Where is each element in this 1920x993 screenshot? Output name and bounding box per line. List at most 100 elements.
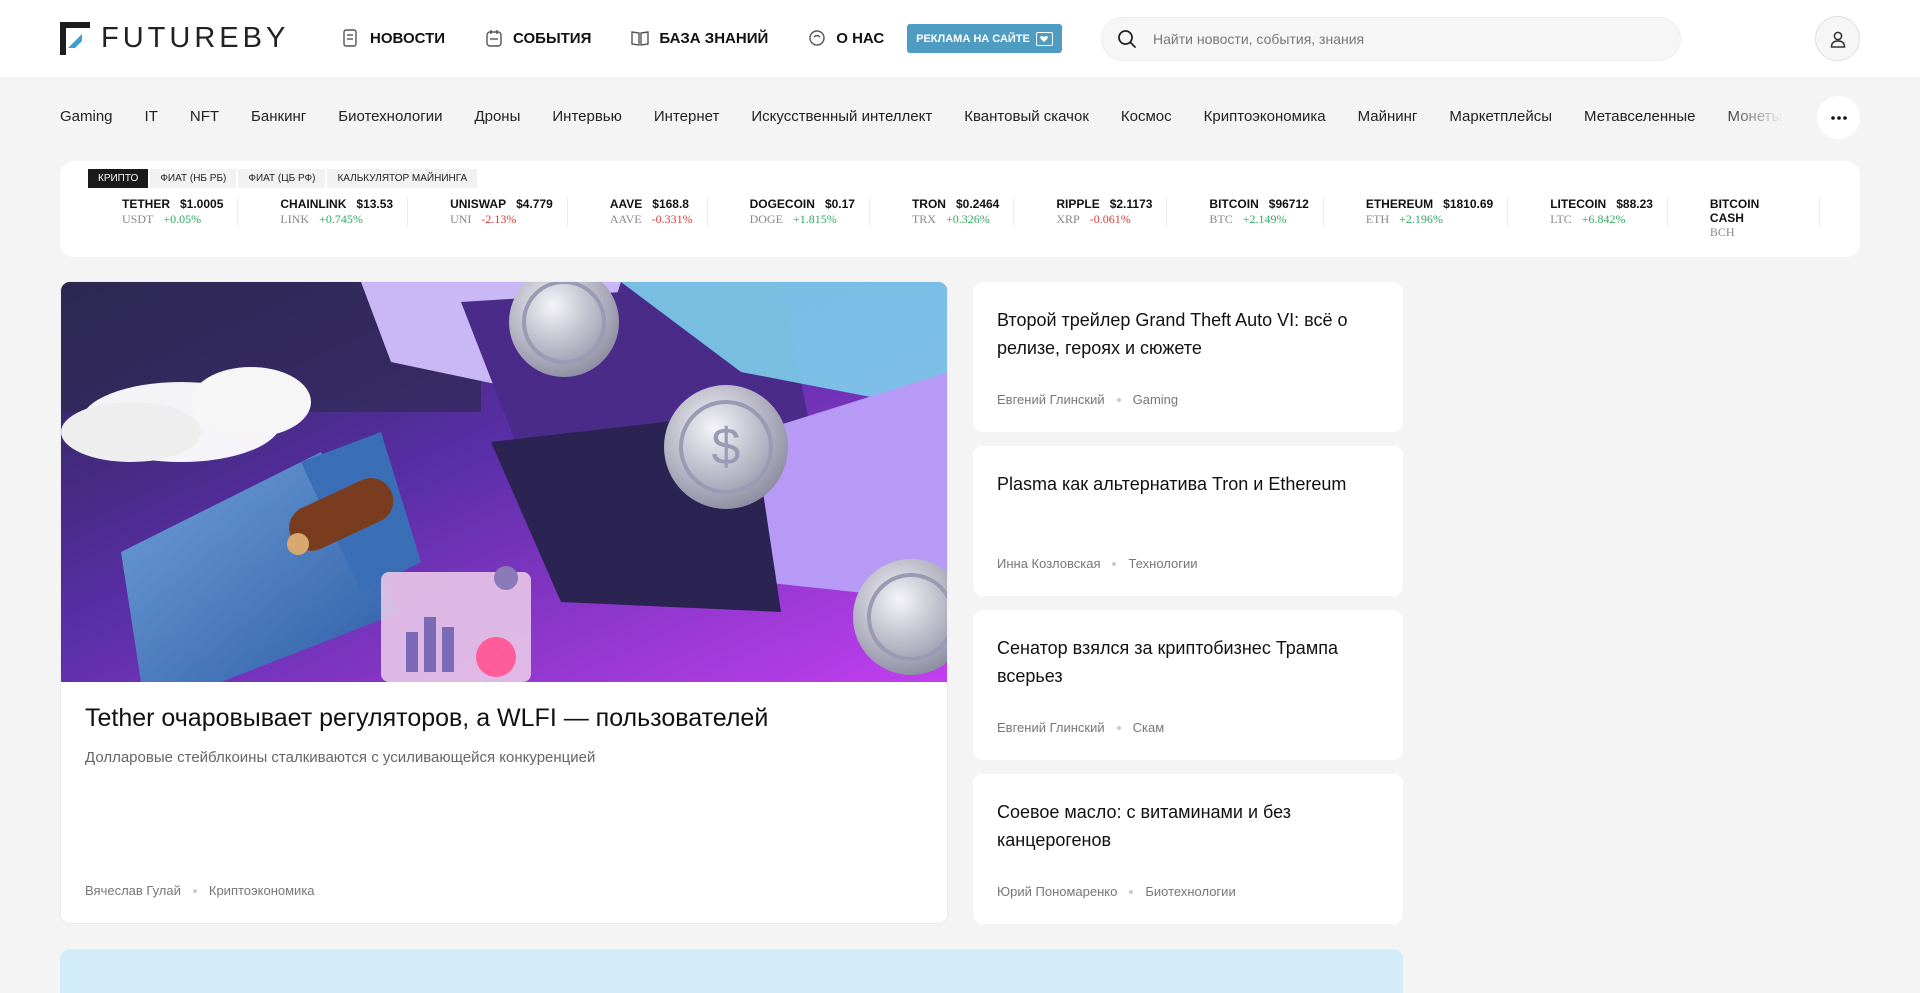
side-story-meta: Евгений Глинский Gaming [997, 392, 1178, 407]
side-story-title[interactable]: Второй трейлер Grand Theft Auto VI: всё … [997, 306, 1377, 362]
category-link[interactable]: Космос [1121, 108, 1172, 125]
site-logo[interactable]: FUTUREBY [60, 22, 289, 55]
side-story-author[interactable]: Евгений Глинский [997, 720, 1105, 735]
coin-name: ETHEREUM [1365, 197, 1434, 211]
coin-name: BITCOIN [1209, 197, 1259, 211]
coin-price: $4.779 [516, 197, 553, 211]
category-link[interactable]: IT [145, 108, 158, 125]
coin-item[interactable]: AAVE $168.8 AAVE -0.331% [610, 197, 708, 227]
category-link[interactable]: Банкинг [251, 108, 306, 125]
side-story-author[interactable]: Юрий Пономаренко [997, 884, 1117, 899]
coin-item[interactable]: LITECOIN $88.23 LTC +6.842% [1550, 197, 1668, 227]
nav-news[interactable]: НОВОСТИ [340, 27, 445, 49]
coin-item[interactable]: TETHER $1.0005 USDT +0.05% [122, 197, 239, 227]
side-story-author[interactable]: Евгений Глинский [997, 392, 1105, 407]
side-story-category[interactable]: Биотехнологии [1145, 884, 1235, 899]
main-story-image: $ [61, 282, 947, 682]
coin-item[interactable]: UNISWAP $4.779 UNI -2.13% [450, 197, 568, 227]
coin-symbol: AAVE [609, 212, 642, 226]
side-story-category[interactable]: Gaming [1133, 392, 1179, 407]
side-story-title[interactable]: Соевое масло: с витаминами и без канцеро… [997, 798, 1377, 854]
coin-item[interactable]: BITCOIN CASH BCH [1710, 197, 1820, 237]
coin-item[interactable]: ETHEREUM $1810.69 ETH +2.196% [1365, 197, 1509, 227]
coin-symbol: DOGE [749, 212, 783, 226]
category-link[interactable]: Квантовый скачок [964, 108, 1089, 125]
nav-about-label: О НАС [836, 29, 885, 47]
nav-events-label: СОБЫТИЯ [513, 29, 592, 47]
coin-price: $96712 [1268, 197, 1309, 211]
coin-symbol: ETH [1365, 212, 1390, 226]
ticker-tab-fiat-nbrb[interactable]: ФИАТ (НБ РБ) [150, 169, 237, 188]
side-story-meta: Юрий Пономаренко Биотехнологии [997, 884, 1236, 899]
coin-name: UNISWAP [450, 197, 507, 211]
ticker-tab-fiat-cbrf[interactable]: ФИАТ (ЦБ РФ) [238, 169, 326, 188]
coin-item[interactable]: CHAINLINK $13.53 LINK +0.745% [280, 197, 409, 227]
coin-price: $13.53 [356, 197, 394, 211]
news-icon [340, 27, 362, 49]
category-link[interactable]: Маркетплейсы [1449, 108, 1552, 125]
side-story-card[interactable]: Plasma как альтернатива Tron и Ethereum … [973, 446, 1403, 596]
category-link[interactable]: Интервью [552, 108, 622, 125]
category-link[interactable]: Криптоэкономика [1204, 108, 1326, 125]
side-story-title[interactable]: Сенатор взялся за криптобизнес Трампа вс… [997, 634, 1377, 690]
category-link[interactable]: NFT [190, 108, 219, 125]
category-link[interactable]: Майнинг [1358, 108, 1418, 125]
coin-change: +0.05% [163, 212, 202, 226]
ticker-tab-mining-calculator[interactable]: КАЛЬКУЛЯТОР МАЙНИНГА [327, 169, 478, 188]
category-link[interactable]: Интернет [654, 108, 719, 125]
category-link[interactable]: Дроны [474, 108, 520, 125]
nav-knowledge[interactable]: БАЗА ЗНАНИЙ [629, 27, 768, 49]
search-icon [1118, 30, 1136, 48]
coin-name: TETHER [122, 197, 170, 211]
coin-change: +0.326% [945, 212, 990, 226]
coin-list: TETHER $1.0005 USDT +0.05% CHAINLINK $13.53 LI… [122, 197, 1862, 237]
advertise-button[interactable]: РЕКЛАМА НА САЙТЕ [907, 24, 1062, 53]
side-story-card[interactable]: Второй трейлер Grand Theft Auto VI: всё … [973, 282, 1403, 432]
promo-banner[interactable] [60, 949, 1403, 993]
main-story-meta: Вячеслав Гулай Криптоэкономика [85, 883, 315, 898]
coin-price: $0.2464 [955, 197, 1000, 211]
side-story-meta: Евгений Глинский Скам [997, 720, 1164, 735]
category-link[interactable]: Искусственный интеллект [751, 108, 932, 125]
side-story-title[interactable]: Plasma как альтернатива Tron и Ethereum [997, 470, 1377, 498]
ticker-tabs: КРИПТО ФИАТ (НБ РБ) ФИАТ (ЦБ РФ) КАЛЬКУЛ… [88, 169, 479, 188]
coin-item[interactable]: BITCOIN $96712 BTC +2.149% [1209, 197, 1324, 227]
side-story-author[interactable]: Инна Козловская [997, 556, 1100, 571]
meta-separator [192, 888, 197, 893]
main-story-title[interactable]: Tether очаровывает регуляторов, а WLFI —… [85, 704, 768, 733]
main-story-category[interactable]: Криптоэкономика [209, 883, 315, 898]
coin-item[interactable]: DOGECOIN $0.17 DOGE +1.815% [750, 197, 870, 227]
side-story-category[interactable]: Скам [1133, 720, 1165, 735]
nav-about[interactable]: О НАС [806, 27, 884, 49]
user-account-button[interactable] [1815, 16, 1860, 61]
side-story-card[interactable]: Сенатор взялся за криптобизнес Трампа вс… [973, 610, 1403, 760]
site-header: FUTUREBY НОВОСТИ СОБЫТИЯ БАЗА ЗНАНИЙ О Н… [0, 0, 1920, 77]
coin-symbol: USDT [122, 212, 154, 226]
main-nav: НОВОСТИ СОБЫТИЯ БАЗА ЗНАНИЙ О НАС [340, 27, 922, 49]
meta-separator [1112, 561, 1117, 566]
coin-change: +6.842% [1581, 212, 1626, 226]
coin-symbol: TRX [911, 212, 936, 226]
side-story-card[interactable]: Соевое масло: с витаминами и без канцеро… [973, 774, 1403, 924]
main-story-author[interactable]: Вячеслав Гулай [85, 883, 181, 898]
crypto-ticker: КРИПТО ФИАТ (НБ РБ) ФИАТ (ЦБ РФ) КАЛЬКУЛ… [60, 161, 1860, 257]
coin-change: -2.13% [481, 212, 517, 226]
coin-price: $1810.69 [1443, 197, 1494, 211]
coin-price: $168.8 [652, 197, 689, 211]
category-link[interactable]: Gaming [60, 108, 113, 125]
coin-name: TRON [911, 197, 946, 211]
coin-item[interactable]: TRON $0.2464 TRX +0.326% [911, 197, 1015, 227]
coin-price: $2.1173 [1109, 197, 1153, 211]
main-story-card[interactable]: $ Tether очаровывает регуляторов, а WLFI… [60, 281, 948, 924]
category-link[interactable]: Метавселенные [1584, 108, 1695, 125]
search-input[interactable] [1153, 31, 1653, 47]
coin-item[interactable]: RIPPLE $2.1173 XRP -0.061% [1056, 197, 1168, 227]
category-link[interactable]: Биотехнологии [338, 108, 442, 125]
calendar-icon [483, 27, 505, 49]
nav-events[interactable]: СОБЫТИЯ [483, 27, 591, 49]
side-story-category[interactable]: Технологии [1128, 556, 1197, 571]
more-categories-button[interactable] [1817, 96, 1860, 139]
coin-change: +2.149% [1242, 212, 1287, 226]
ticker-tab-crypto[interactable]: КРИПТО [88, 169, 149, 188]
coin-change: +2.196% [1399, 212, 1443, 226]
